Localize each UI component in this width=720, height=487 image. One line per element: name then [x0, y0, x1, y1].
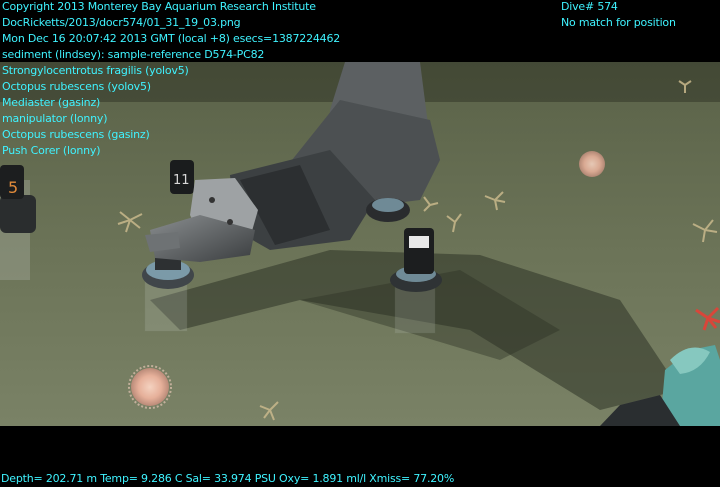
core-label: 11: [173, 173, 190, 188]
overlay-annotation: Mediaster (gasinz): [2, 96, 101, 109]
telemetry-readout: Depth= 202.71 m Temp= 9.286 C Sal= 33.97…: [1, 472, 455, 485]
overlay-annotation: manipulator (lonny): [2, 112, 108, 125]
overlay-annotation: Octopus rubescens (gasinz): [2, 128, 150, 141]
overlay-annotation: Strongylocentrotus fragilis (yolov5): [2, 64, 189, 77]
sea-urchin: [131, 368, 169, 406]
sea-urchin: [579, 151, 605, 177]
overlay-timestamp: Mon Dec 16 20:07:42 2013 GMT (local +8) …: [2, 32, 341, 45]
overlay-copyright: Copyright 2013 Monterey Bay Aquarium Res…: [2, 0, 316, 13]
telemetry-bar: Depth= 202.71 m Temp= 9.286 C Sal= 33.97…: [1, 471, 454, 487]
overlay-annotation: sediment (lindsey): sample-reference D57…: [2, 48, 265, 61]
overlay-filename: DocRicketts/2013/docr574/01_31_19_03.png: [2, 16, 241, 29]
overlay-dive-number: Dive# 574: [561, 0, 618, 13]
core-label: 5: [8, 178, 18, 197]
overlay-right: Dive# 574 No match for position: [561, 0, 676, 31]
overlay-position-status: No match for position: [561, 16, 676, 29]
overlay-left: Copyright 2013 Monterey Bay Aquarium Res…: [2, 0, 340, 159]
overlay-annotation: Push Corer (lonny): [2, 144, 101, 157]
overlay-annotation: Octopus rubescens (yolov5): [2, 80, 151, 93]
